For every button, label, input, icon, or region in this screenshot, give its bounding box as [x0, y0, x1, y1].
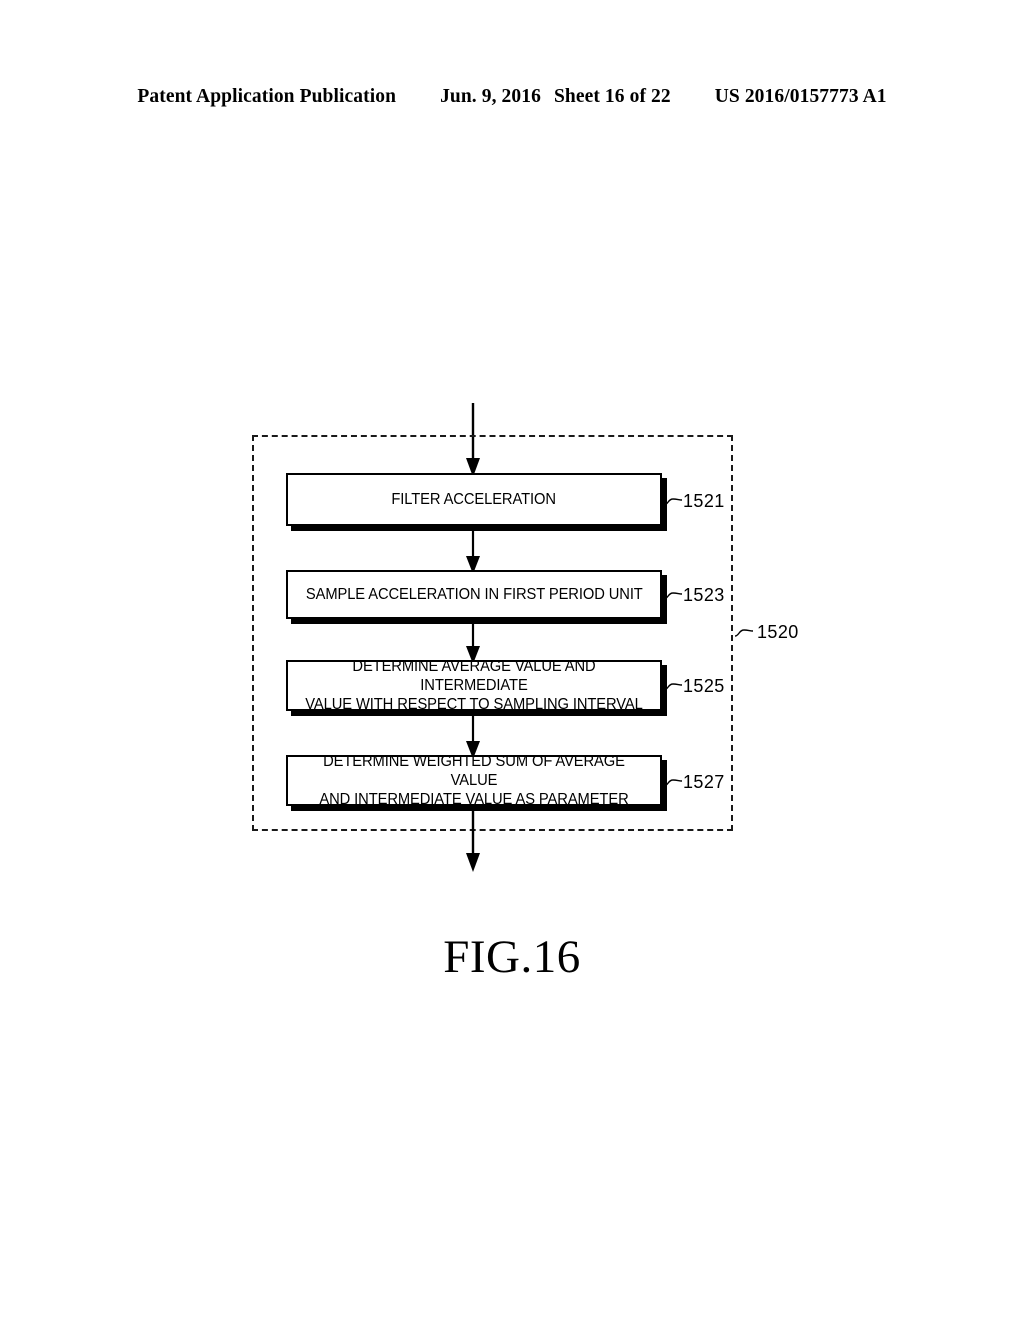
- process-box-1523[interactable]: SAMPLE ACCELERATION IN FIRST PERIOD UNIT: [286, 570, 662, 619]
- reference-numeral-1521: 1521: [683, 491, 725, 511]
- leader-line-1521: [663, 498, 683, 506]
- exit-arrow: [466, 804, 480, 872]
- process-box-1521[interactable]: FILTER ACCELERATION: [286, 473, 662, 526]
- figure-16-drawing: FILTER ACCELERATION 1521 SAMPLE ACCELERA…: [0, 0, 1024, 1320]
- reference-numeral-1523: 1523: [683, 585, 725, 605]
- reference-numeral-1520: 1520: [757, 622, 799, 642]
- process-box-1525[interactable]: DETERMINE AVERAGE VALUE AND INTERMEDIATE…: [286, 658, 662, 713]
- figure-caption: FIG.16: [443, 931, 581, 983]
- process-box-1521-label: FILTER ACCELERATION: [391, 491, 557, 508]
- process-box-1527-label: DETERMINE WEIGHTED SUM OF AVERAGE VALUE …: [319, 753, 629, 808]
- leader-line-1523: [663, 592, 683, 600]
- process-box-1527[interactable]: DETERMINE WEIGHTED SUM OF AVERAGE VALUE …: [286, 753, 662, 808]
- reference-numeral-1525: 1525: [683, 676, 725, 696]
- leader-line-1527: [663, 779, 683, 787]
- process-box-1525-label: DETERMINE AVERAGE VALUE AND INTERMEDIATE…: [305, 658, 643, 713]
- leader-line-1520: [734, 629, 754, 637]
- reference-numeral-1527: 1527: [683, 772, 725, 792]
- leader-line-1525: [663, 683, 683, 691]
- process-box-1523-label: SAMPLE ACCELERATION IN FIRST PERIOD UNIT: [305, 586, 643, 603]
- arrow-1521-to-1523: [466, 524, 480, 574]
